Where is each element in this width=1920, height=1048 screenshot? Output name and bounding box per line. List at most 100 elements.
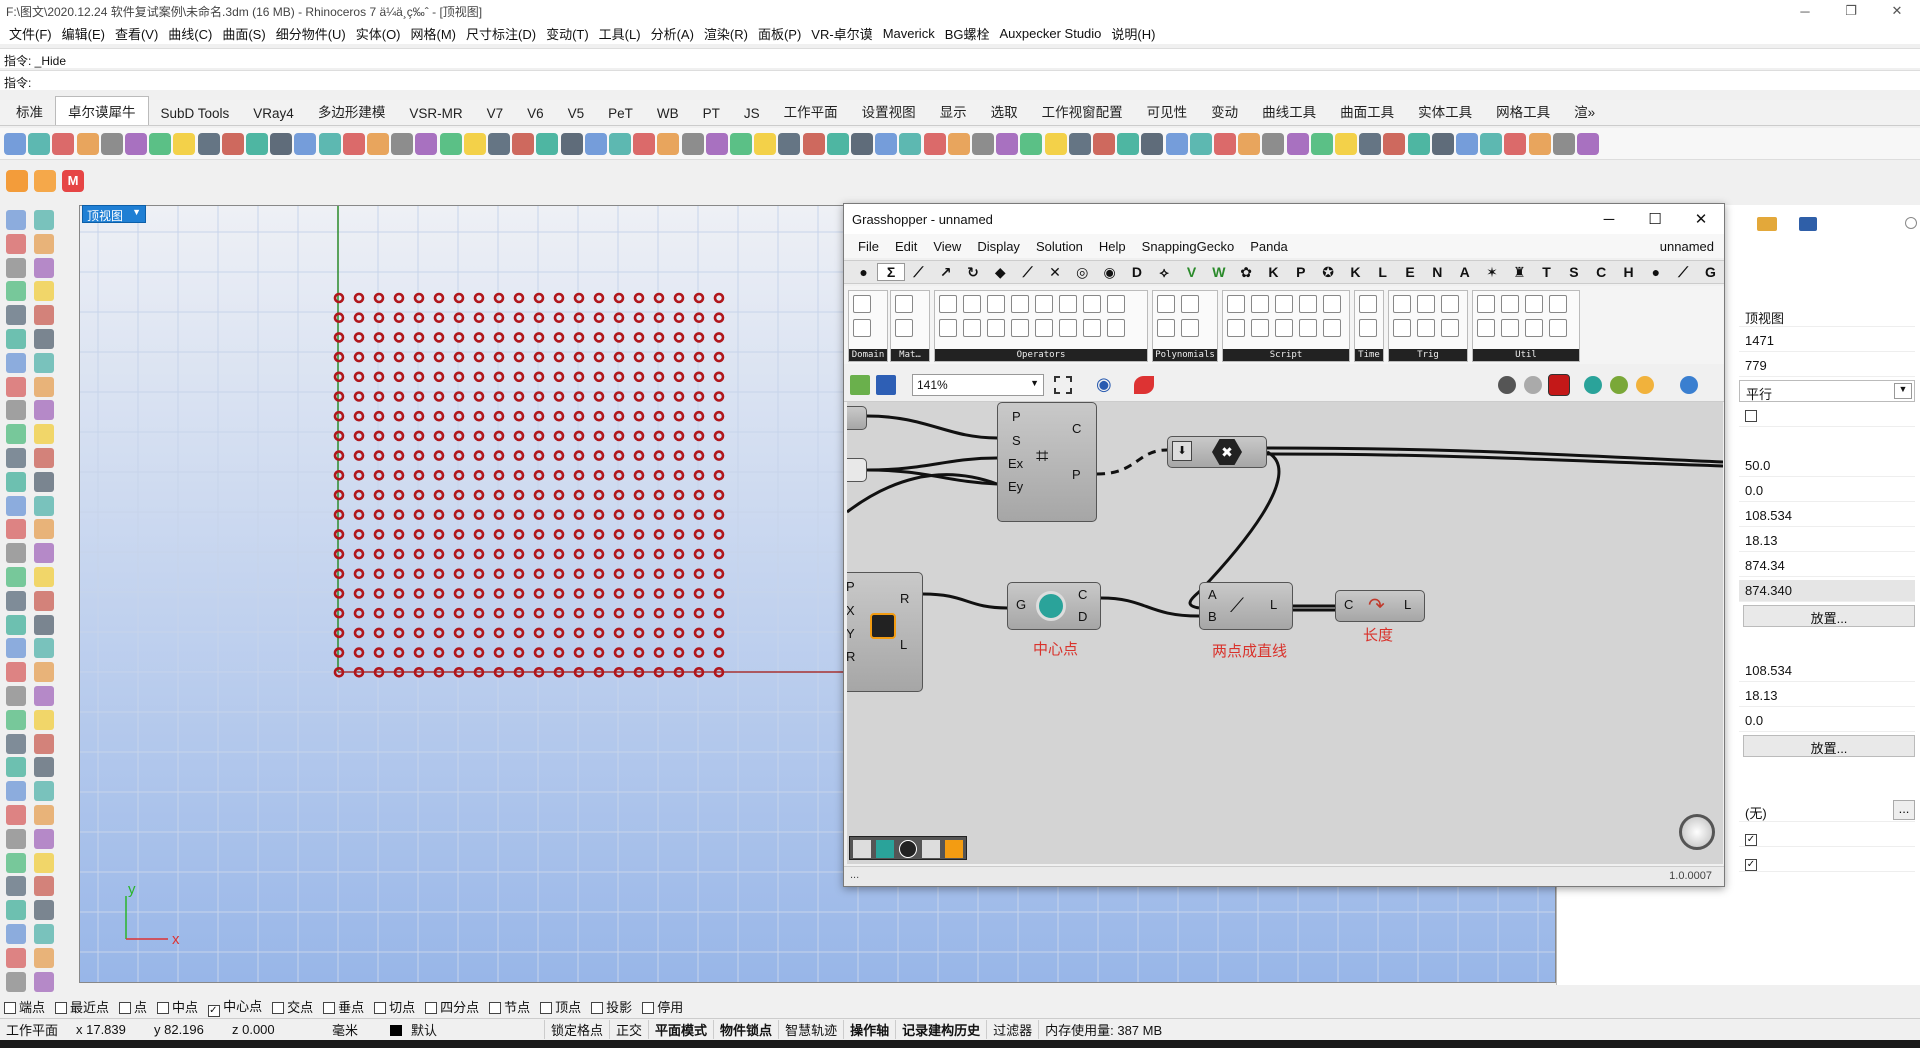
grid-point[interactable]	[553, 627, 565, 639]
left-tool-icon[interactable]	[6, 305, 26, 326]
grid-point[interactable]	[493, 568, 505, 580]
tab-item[interactable]: 显示	[928, 97, 979, 125]
tab-item[interactable]: 选取	[979, 97, 1030, 125]
menu-item[interactable]: BG螺栓	[940, 24, 995, 43]
component-icon[interactable]	[939, 295, 957, 313]
grid-point[interactable]	[493, 430, 505, 442]
gh-tab[interactable]: ⟋	[1669, 264, 1696, 281]
left-tool-icon[interactable]	[6, 828, 26, 849]
rect-input-s[interactable]: S	[1012, 433, 1021, 448]
grid-point[interactable]	[413, 391, 425, 402]
osnap-item[interactable]: 停用	[642, 997, 693, 1016]
grid-point[interactable]	[333, 351, 345, 363]
left-tool-icon[interactable]	[6, 638, 26, 659]
grasshopper-window[interactable]: Grasshopper - unnamed ─ ☐ ✕ File Edit View…	[843, 203, 1725, 887]
toolbar-tool-icon[interactable]	[221, 133, 244, 155]
left-tool-icon[interactable]	[34, 924, 54, 944]
grid-point[interactable]	[353, 312, 365, 323]
toolbar-tool-icon[interactable]	[778, 133, 801, 155]
grid-point[interactable]	[333, 469, 345, 481]
toolbar-tool-icon[interactable]	[705, 133, 728, 155]
grid-point[interactable]	[473, 351, 485, 363]
arrow-down-icon[interactable]	[853, 840, 871, 858]
maverick-icon[interactable]: M	[62, 170, 84, 192]
tab-item[interactable]: VSR-MR	[397, 102, 474, 125]
grid-point[interactable]	[353, 607, 365, 619]
toolbar-tool-icon[interactable]	[76, 133, 99, 155]
grid-point[interactable]	[473, 607, 485, 619]
grid-point[interactable]	[633, 351, 645, 363]
toolbar-tool-icon[interactable]	[439, 133, 462, 155]
grid-point[interactable]	[613, 627, 625, 639]
toolbar-tool-icon[interactable]	[270, 133, 293, 155]
grid-point[interactable]	[493, 332, 505, 343]
grid-point[interactable]	[593, 627, 605, 639]
grid-point[interactable]	[393, 450, 405, 461]
menu-item[interactable]: 说明(H)	[1106, 24, 1160, 43]
grid-point[interactable]	[373, 450, 385, 461]
grid-point[interactable]	[393, 607, 405, 619]
gh-menu-item[interactable]: Solution	[1028, 239, 1091, 254]
left-tool-icon[interactable]	[6, 233, 26, 254]
grid-point[interactable]	[433, 312, 445, 323]
grid-point[interactable]	[633, 332, 645, 343]
grid-point[interactable]	[493, 529, 505, 540]
toolbar-tool-icon[interactable]	[52, 133, 75, 155]
grid-point[interactable]	[593, 568, 605, 580]
toolbar-tool-icon[interactable]	[149, 133, 172, 155]
left-tool-icon[interactable]	[6, 352, 26, 373]
menu-item[interactable]: Maverick	[878, 26, 940, 41]
prop-target-z[interactable]: 0.0	[1739, 710, 1915, 732]
grid-point[interactable]	[333, 607, 345, 619]
grid-point[interactable]	[513, 332, 525, 343]
grid-point[interactable]	[553, 391, 565, 402]
grid-point[interactable]	[373, 351, 385, 363]
grid-point[interactable]	[333, 410, 345, 422]
gh-tab[interactable]: C	[1588, 264, 1615, 280]
settings-icon[interactable]	[1905, 217, 1917, 229]
grid-point[interactable]	[373, 489, 385, 501]
toolbar-tool-icon[interactable]	[633, 133, 656, 155]
grid-point[interactable]	[573, 391, 585, 402]
osnap-checkbox[interactable]	[272, 1001, 285, 1014]
grid-point[interactable]	[453, 391, 465, 402]
grid-point[interactable]	[393, 292, 405, 304]
component-icon[interactable]	[1227, 295, 1245, 313]
grid-point[interactable]	[673, 588, 685, 599]
component-icon[interactable]	[1417, 319, 1435, 337]
toolbar-tool-icon[interactable]	[1456, 133, 1478, 155]
gh-tab[interactable]: ◎	[1069, 264, 1096, 281]
component-icon[interactable]	[963, 319, 981, 337]
gh-menu-item[interactable]: Help	[1091, 239, 1134, 254]
grid-point[interactable]	[593, 647, 605, 658]
hide-component[interactable]: ⬇ ✖	[1167, 436, 1267, 468]
grid-point[interactable]	[433, 548, 445, 560]
toolbar-tool-icon[interactable]	[197, 133, 220, 155]
left-tool-icon[interactable]	[34, 281, 54, 302]
ribbon-group-caption[interactable]: Trig	[1389, 349, 1467, 361]
component-icon[interactable]	[1011, 295, 1029, 313]
component-icon[interactable]	[1251, 319, 1269, 337]
toolbar-tool-icon[interactable]	[1189, 133, 1212, 155]
gh-tab[interactable]: Σ	[877, 263, 905, 281]
grid-point[interactable]	[393, 548, 405, 560]
left-tool-icon[interactable]	[6, 424, 26, 445]
check-icon[interactable]: ✓	[1745, 834, 1757, 846]
grid-point[interactable]	[653, 548, 665, 560]
toolbar-tool-icon[interactable]	[560, 133, 583, 155]
gh-menu-item[interactable]: View	[925, 239, 969, 254]
grid-point[interactable]	[633, 312, 645, 323]
grid-point[interactable]	[493, 450, 505, 461]
grid-point[interactable]	[433, 450, 445, 461]
grid-point[interactable]	[473, 312, 485, 323]
rect2-input-x[interactable]: X	[847, 603, 855, 618]
grid-point[interactable]	[593, 430, 605, 442]
grid-point[interactable]	[353, 469, 365, 481]
grid-point[interactable]	[393, 647, 405, 658]
component-icon[interactable]	[1275, 319, 1293, 337]
component-icon[interactable]	[987, 295, 1005, 313]
left-tool-icon[interactable]	[6, 614, 26, 635]
length-input-c[interactable]: C	[1344, 597, 1353, 612]
status-toggle[interactable]: 操作轴	[843, 1020, 895, 1039]
left-tool-icon[interactable]	[6, 662, 26, 683]
